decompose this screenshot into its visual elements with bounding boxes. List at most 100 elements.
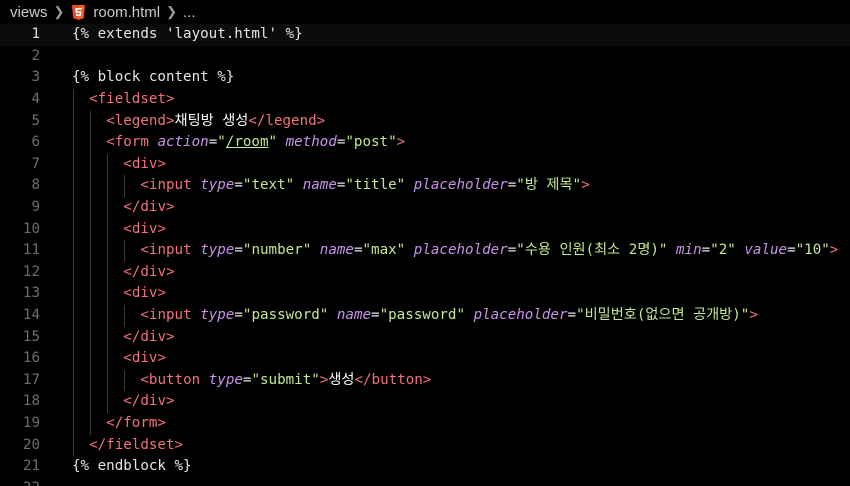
code-line[interactable]: 16 <div> [0, 348, 850, 370]
code-token: <fieldset> [89, 91, 175, 107]
code-token: "password" [379, 307, 466, 323]
line-code: <legend>채팅방 생성</legend> [106, 111, 325, 133]
code-token: "text" [242, 177, 295, 194]
indent-guide [107, 305, 109, 327]
line-number: 13 [22, 285, 40, 302]
code-token: <form [106, 134, 158, 151]
code-line[interactable]: 3 {% block content %} [0, 67, 850, 89]
code-line[interactable]: 8 <input type="text" name="title" placeho… [0, 175, 850, 197]
indent-guide [90, 413, 92, 435]
code-token: "방 제목" [516, 177, 582, 194]
code-line[interactable]: 19 </form> [0, 413, 850, 435]
code-line[interactable]: 2 [0, 46, 850, 68]
line-code: </div> [123, 262, 174, 284]
code-token: <div> [123, 155, 167, 172]
indent-guide [90, 197, 92, 219]
code-line[interactable]: 11 <input type="number" name="max" placeh… [0, 240, 850, 262]
indent-guide [73, 89, 74, 111]
line-code: {% block content %} [72, 67, 234, 89]
code-token: <legend> [106, 112, 175, 129]
line-number: 5 [31, 112, 40, 129]
line-code: {% endblock %} [72, 456, 192, 478]
indent-guide [124, 305, 126, 327]
code-token: = [234, 307, 243, 323]
code-token: type [200, 242, 235, 259]
indent-guide [73, 197, 74, 219]
code-line[interactable]: 18 </div> [0, 391, 850, 413]
code-token: name [336, 307, 372, 323]
code-token: = [567, 307, 577, 323]
code-token: </div> [123, 199, 175, 215]
code-token: <div> [123, 285, 167, 302]
code-token: name [319, 242, 354, 259]
code-token: min [676, 242, 702, 259]
indent-guide [90, 218, 92, 241]
code-token: method [285, 134, 337, 151]
code-token: = [507, 177, 517, 194]
indent-guide [107, 261, 109, 284]
code-line[interactable]: 20 </fieldset> [0, 435, 850, 457]
line-number: 16 [22, 350, 40, 367]
code-token: action [157, 134, 209, 151]
code-token: type [200, 177, 235, 194]
line-code: <button type="submit">생성</button> [140, 370, 431, 392]
indent-guide [73, 369, 74, 392]
line-code: </fieldset> [89, 435, 183, 457]
code-token: = [371, 307, 380, 323]
code-editor[interactable]: 1 {% extends 'layout.html' %} 2 3 {% block c… [0, 24, 850, 486]
code-line[interactable]: 1 {% extends 'layout.html' %} [0, 24, 850, 46]
indent-guide [73, 218, 74, 241]
breadcrumb: views ❯ room.html ❯ ... [0, 0, 850, 24]
indent-guide [73, 391, 74, 413]
code-line[interactable]: 12 </div> [0, 262, 850, 284]
line-number: 18 [22, 393, 40, 410]
indent-guide [73, 305, 74, 327]
code-line[interactable]: 14 <input type="password" name="password"… [0, 305, 850, 327]
code-token: = [701, 242, 711, 259]
code-token: "2" [710, 242, 736, 259]
line-code: <div> [123, 219, 166, 241]
indent-guide [107, 348, 109, 370]
indent-guide [90, 305, 92, 327]
indent-guide [107, 175, 109, 197]
code-line[interactable]: 21 {% endblock %} [0, 456, 850, 478]
line-number: 2 [31, 47, 40, 64]
indent-guide [90, 326, 92, 349]
indent-guide [107, 391, 109, 413]
code-token: <div> [123, 350, 167, 367]
code-line[interactable]: 15 </div> [0, 327, 850, 349]
code-token: /room [225, 134, 269, 151]
indent-guide [90, 153, 92, 176]
code-line[interactable]: 5 <legend>채팅방 생성</legend> [0, 111, 850, 133]
indent-guide [73, 175, 74, 197]
code-line[interactable]: 7 <div> [0, 154, 850, 176]
line-code: </div> [123, 197, 174, 219]
line-number: 7 [31, 155, 40, 172]
code-token: </div> [123, 393, 175, 410]
line-number: 14 [22, 307, 40, 323]
line-number: 20 [22, 436, 40, 453]
code-line[interactable]: 22 [0, 478, 850, 486]
indent-guide [90, 110, 92, 133]
line-code: <div> [123, 154, 166, 176]
code-line[interactable]: 10 <div> [0, 219, 850, 241]
code-line[interactable]: 4 <fieldset> [0, 89, 850, 111]
code-line[interactable]: 13 <div> [0, 283, 850, 305]
breadcrumb-file[interactable]: room.html [93, 4, 160, 21]
code-token: {% endblock %} [72, 458, 192, 475]
line-number: 6 [31, 134, 40, 151]
code-token: "수용 인원(최소 2명)" [516, 242, 668, 259]
indent-guide [107, 326, 109, 349]
code-line[interactable]: 6 <form action="/room" method="post"> [0, 132, 850, 154]
breadcrumb-folder[interactable]: views [0, 4, 48, 21]
code-line[interactable]: 9 </div> [0, 197, 850, 219]
code-line[interactable]: 17 <button type="submit">생성</button> [0, 370, 850, 392]
breadcrumb-more[interactable]: ... [183, 4, 196, 21]
line-number: 21 [22, 458, 40, 475]
code-token: " [268, 134, 278, 151]
indent-guide [90, 132, 92, 154]
